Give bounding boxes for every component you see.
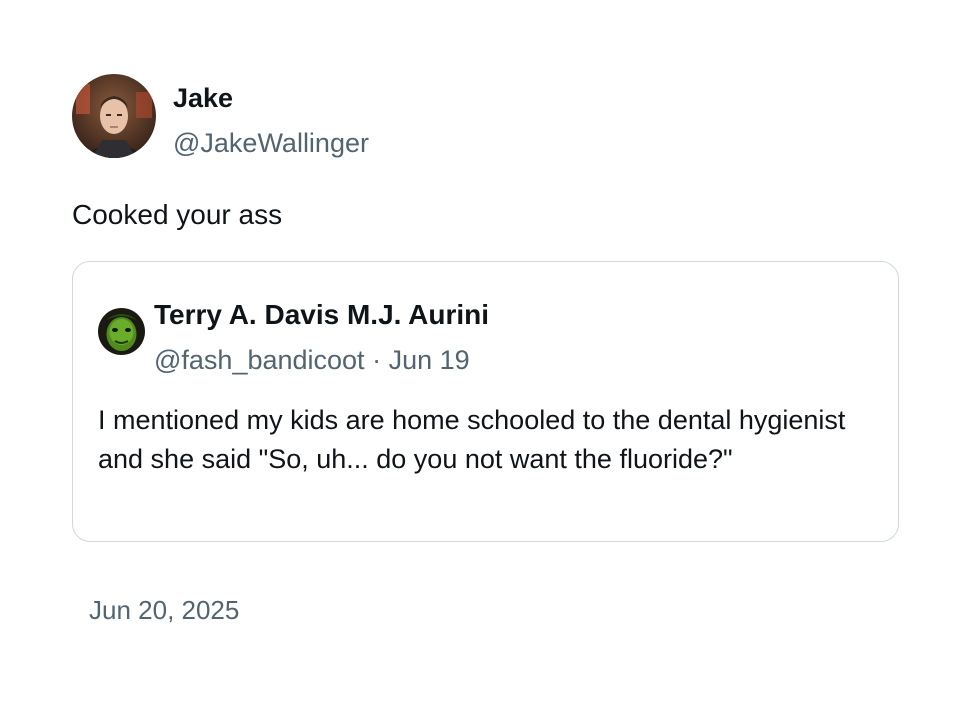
quoted-tweet-text: I mentioned my kids are home schooled to… [98,405,846,474]
quoted-author-avatar[interactable] [98,308,145,355]
meta-separator: · [372,345,382,375]
user-photo-avatar-icon [72,74,156,158]
author-display-name[interactable]: Jake [173,82,233,114]
green-face-avatar-icon [98,308,145,355]
quoted-tweet-meta: @fash_bandicoot · Jun 19 [154,344,470,376]
quoted-tweet-date[interactable]: Jun 19 [389,345,470,375]
tweet-text: Cooked your ass [72,199,283,230]
tweet-timestamp[interactable]: Jun 20, 2025 [89,594,239,626]
author-handle[interactable]: @JakeWallinger [173,127,369,159]
author-avatar[interactable] [72,74,156,158]
quoted-author-handle[interactable]: @fash_bandicoot [154,345,365,375]
quoted-tweet-card[interactable]: Terry A. Davis M.J. Aurini @fash_bandico… [72,261,899,542]
quoted-author-display-name[interactable]: Terry A. Davis M.J. Aurini [154,298,489,332]
